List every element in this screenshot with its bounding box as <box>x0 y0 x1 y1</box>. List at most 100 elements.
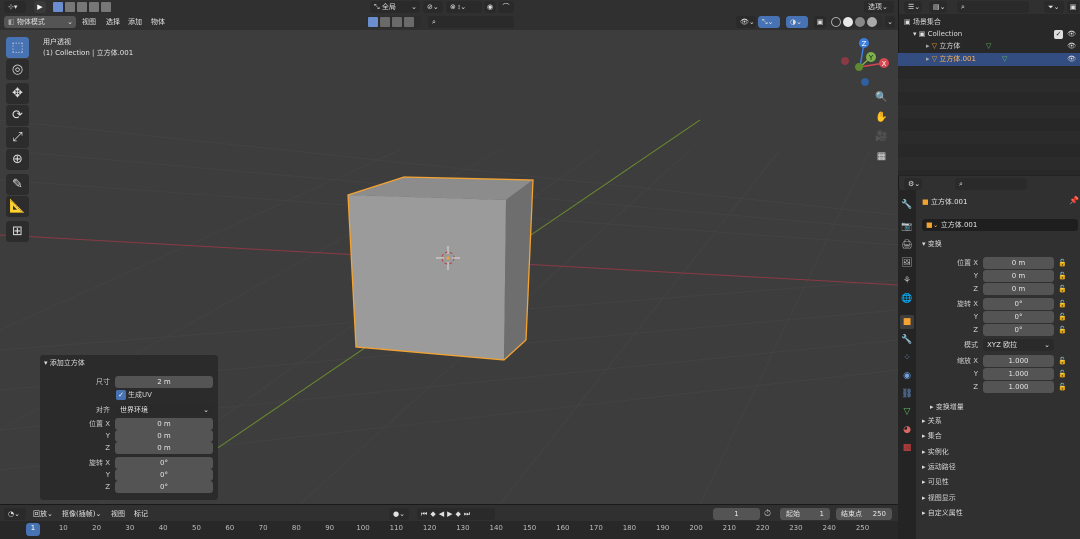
select-box-tool[interactable]: ⬚ <box>6 37 29 58</box>
motion-paths-panel-header[interactable]: ▸ 运动路径 <box>922 461 956 473</box>
visibility-panel-header[interactable]: ▸ 可见性 <box>922 476 949 488</box>
jump-end-icon[interactable]: ⏭ <box>464 510 473 518</box>
rendered-shading-icon[interactable] <box>867 17 877 27</box>
exclude-checkbox[interactable]: ✓ <box>1054 30 1063 39</box>
generate-uv-checkbox[interactable]: ✓ <box>116 390 126 400</box>
shading-options-dropdown[interactable]: ⌄ <box>885 16 895 28</box>
camera-icon[interactable] <box>404 17 414 27</box>
jump-start-icon[interactable]: ⏮ <box>421 510 430 518</box>
lock-icon[interactable]: 🔓 <box>1058 298 1067 310</box>
selection-mode-buttons[interactable] <box>52 1 111 13</box>
transform-tool[interactable]: ⊕ <box>6 149 29 170</box>
menu-timeline-view[interactable]: 视图 <box>111 508 125 520</box>
redo-panel-header[interactable]: ▾ 添加立方体 <box>44 358 85 368</box>
auto-keying-toggle[interactable]: ●⌄ <box>389 508 409 520</box>
rotate-tool[interactable]: ⟳ <box>6 105 29 126</box>
camera-view-icon[interactable]: 🎥 <box>873 128 890 145</box>
prop-rotation-z-field[interactable]: 0° <box>983 324 1054 336</box>
menu-playback[interactable]: 回放⌄ <box>33 508 53 520</box>
menu-view[interactable]: 视图 <box>82 16 96 28</box>
prop-location-z-field[interactable]: 0 m <box>983 283 1054 295</box>
viewport-filter-buttons[interactable] <box>367 16 421 28</box>
new-collection-icon[interactable]: ▣ <box>1067 1 1079 13</box>
lock-icon[interactable]: 🔓 <box>1058 283 1067 295</box>
add-cube-tool[interactable]: ⊞ <box>6 221 29 242</box>
eye-icon[interactable]: 👁 <box>1067 40 1076 53</box>
data-tab-icon[interactable]: ▽ <box>900 405 914 419</box>
gizmo-toggle[interactable]: ⤡⌄ <box>758 16 780 28</box>
menu-keying[interactable]: 抠像(插帧)⌄ <box>62 508 101 520</box>
next-keyframe-icon[interactable]: ◆ <box>455 510 463 518</box>
select-invert-icon[interactable] <box>89 2 99 12</box>
move-tool[interactable]: ✥ <box>6 83 29 104</box>
solid-shading-icon[interactable] <box>843 17 853 27</box>
mode-dropdown[interactable]: ◧ 物体模式 ⌄ <box>4 16 76 28</box>
lock-icon[interactable]: 🔓 <box>1058 355 1067 367</box>
menu-marker[interactable]: 标记 <box>134 508 148 520</box>
location-x-field[interactable]: 0 m <box>115 418 213 430</box>
render-tab-icon[interactable]: 📷 <box>900 220 914 234</box>
select-extend-icon[interactable] <box>65 2 75 12</box>
material-shading-icon[interactable] <box>855 17 865 27</box>
mesh-icon[interactable] <box>380 17 390 27</box>
prop-rotation-y-field[interactable]: 0° <box>983 311 1054 323</box>
prop-scale-y-field[interactable]: 1.000 <box>983 368 1054 380</box>
measure-tool[interactable]: 📐 <box>6 196 29 217</box>
prop-location-x-field[interactable]: 0 m <box>983 257 1054 269</box>
orientation-dropdown[interactable]: ⤡ 全局 ⌄ <box>370 1 420 13</box>
display-mode-dropdown[interactable]: ▤⌄ <box>929 1 947 13</box>
lock-icon[interactable]: 🔓 <box>1058 257 1067 269</box>
options-dropdown[interactable]: 选项⌄ <box>864 1 894 13</box>
shading-buttons[interactable] <box>830 16 882 28</box>
navigation-gizmo[interactable]: X Y Z <box>841 38 889 86</box>
snapping-toggle[interactable]: ⊗ ⦂⌄ <box>446 1 482 13</box>
play-reverse-icon[interactable]: ◀ <box>439 510 447 518</box>
constraints-tab-icon[interactable]: ⛓ <box>900 387 914 401</box>
eye-icon[interactable]: 👁 <box>1067 53 1076 66</box>
select-new-icon[interactable] <box>53 2 63 12</box>
instancing-panel-header[interactable]: ▸ 实例化 <box>922 446 949 458</box>
outliner-search-input[interactable]: ⌕ <box>957 1 1029 13</box>
material-tab-icon[interactable]: ◕ <box>900 423 914 437</box>
perspective-grid-icon[interactable]: ▦ <box>873 148 890 165</box>
pan-hand-icon[interactable]: ✋ <box>873 109 890 126</box>
size-field[interactable]: 2 m <box>115 376 213 388</box>
prev-keyframe-icon[interactable]: ◆ <box>430 510 438 518</box>
frame-ruler[interactable]: 1 10 20 30 40 50 60 70 80 90 100 110 120 130 140 150 160… <box>0 521 898 539</box>
timeline-editor-type-button[interactable]: ◔⌄ <box>4 508 26 520</box>
outliner-item-cube-001[interactable]: ▸ ▽ 立方体.001 ▽ 👁 <box>898 53 1080 66</box>
select-subtract-icon[interactable] <box>77 2 87 12</box>
falloff-icon[interactable]: ⌒ <box>498 1 514 13</box>
rotation-z-field[interactable]: 0° <box>115 481 213 493</box>
collections-panel-header[interactable]: ▸ 集合 <box>922 430 942 442</box>
delta-transform-header[interactable]: ▸ 变换增量 <box>930 401 964 413</box>
filter-dropdown[interactable]: ⏷⌄ <box>1044 1 1064 13</box>
rotation-x-field[interactable]: 0° <box>115 457 213 469</box>
prop-scale-z-field[interactable]: 1.000 <box>983 381 1054 393</box>
outliner-item-cube[interactable]: ▸ ▽ 立方体 ▽ 👁 <box>898 40 1080 53</box>
editor-type-button[interactable]: ⊹▾ <box>4 1 26 13</box>
cube-icon[interactable] <box>368 17 378 27</box>
start-frame-field[interactable]: 起始 1 <box>780 508 830 520</box>
properties-search-input[interactable]: ⌕ <box>955 178 1027 190</box>
tool-tab-icon[interactable]: 🔧 <box>900 198 914 212</box>
viewport-search-input[interactable]: ⌕ <box>428 16 514 28</box>
outliner-editor-type-button[interactable]: ☰⌄ <box>904 1 922 13</box>
object-datablock-field[interactable]: ■⌄ 立方体.001 <box>922 219 1078 231</box>
scene-tab-icon[interactable]: ⚘ <box>900 274 914 288</box>
annotate-tool[interactable]: ✎ <box>6 174 29 195</box>
physics-tab-icon[interactable]: ◉ <box>900 369 914 383</box>
wireframe-shading-icon[interactable] <box>831 17 841 27</box>
menu-object[interactable]: 物体 <box>151 16 165 28</box>
custom-properties-panel-header[interactable]: ▸ 自定义属性 <box>922 507 963 519</box>
rotation-y-field[interactable]: 0° <box>115 469 213 481</box>
lock-icon[interactable]: 🔓 <box>1058 311 1067 323</box>
pin-icon[interactable]: 📌 <box>1069 196 1079 205</box>
transform-panel-header[interactable]: ▾ 变换 <box>922 238 942 250</box>
texture-tab-icon[interactable]: ▩ <box>900 441 914 455</box>
menu-add[interactable]: 添加 <box>128 16 142 28</box>
prop-location-y-field[interactable]: 0 m <box>983 270 1054 282</box>
menu-select[interactable]: 选择 <box>106 16 120 28</box>
proportional-editing-icon[interactable]: ◉ <box>484 1 496 13</box>
prop-rotation-x-field[interactable]: 0° <box>983 298 1054 310</box>
